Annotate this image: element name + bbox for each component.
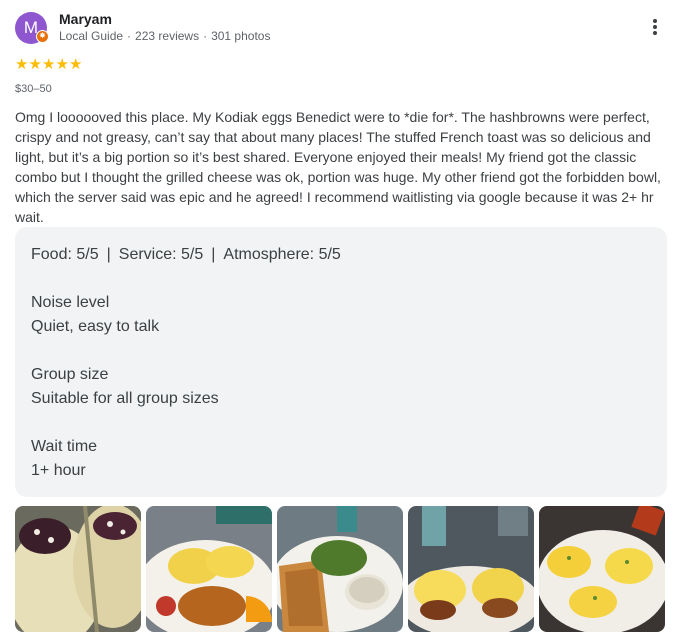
sub-ratings: Food: 5/5 | Service: 5/5 | Atmosphere: 5/5	[31, 243, 651, 267]
service-rating: Service: 5/5	[118, 246, 204, 263]
star-icon: ★	[69, 56, 83, 73]
separator: |	[211, 246, 216, 263]
attribute-value: Quiet, easy to talk	[31, 318, 160, 335]
attribute-label: Group size	[31, 366, 109, 383]
review-photo-grilled-cheese-salad[interactable]	[277, 506, 403, 632]
review-header: M ✸ Maryam Local Guide · 223 reviews · 301 p…	[15, 11, 667, 45]
reviews-count: 223 reviews	[135, 29, 200, 43]
review-photo-eggs-benedict-hashbrowns[interactable]	[146, 506, 272, 632]
review-text: Omg I loooooved this place. My Kodiak eg…	[15, 109, 661, 225]
more-vert-icon[interactable]	[647, 17, 663, 39]
star-rating: ★★★★★	[15, 55, 83, 73]
review-attributes: Food: 5/5 | Service: 5/5 | Atmosphere: 5/5 N…	[15, 227, 667, 497]
star-icon: ★	[28, 56, 42, 73]
photos-count: 301 photos	[211, 29, 271, 43]
local-guide-badge-icon: ✸	[36, 30, 49, 43]
separator: |	[106, 246, 111, 263]
atmosphere-rating: Atmosphere: 5/5	[223, 246, 341, 263]
attribute-wait-time: Wait time 1+ hour	[31, 435, 651, 483]
attribute-label: Noise level	[31, 294, 110, 311]
star-icon: ★	[55, 56, 69, 73]
review-photo-eggs-benedict-closeup[interactable]	[408, 506, 534, 632]
review-photos	[15, 506, 667, 632]
review-photo-eggs-benedict-plate[interactable]	[539, 506, 665, 632]
local-guide-label: Local Guide	[59, 29, 124, 43]
review-photo-stuffed-french-toast[interactable]	[15, 506, 141, 632]
attribute-value: 1+ hour	[31, 462, 86, 479]
attribute-label: Wait time	[31, 438, 98, 455]
price-range: $30–50	[15, 83, 52, 95]
review-card: M ✸ Maryam Local Guide · 223 reviews · 301 p…	[0, 0, 682, 641]
author-meta: Local Guide · 223 reviews · 301 photos	[59, 29, 271, 43]
star-icon: ★	[42, 56, 56, 73]
attribute-value: Suitable for all group sizes	[31, 390, 219, 407]
star-icon: ★	[15, 56, 29, 73]
food-rating: Food: 5/5	[31, 246, 99, 263]
author-name[interactable]: Maryam	[59, 11, 112, 27]
attribute-group-size: Group size Suitable for all group sizes	[31, 363, 651, 411]
attribute-noise-level: Noise level Quiet, easy to talk	[31, 291, 651, 339]
